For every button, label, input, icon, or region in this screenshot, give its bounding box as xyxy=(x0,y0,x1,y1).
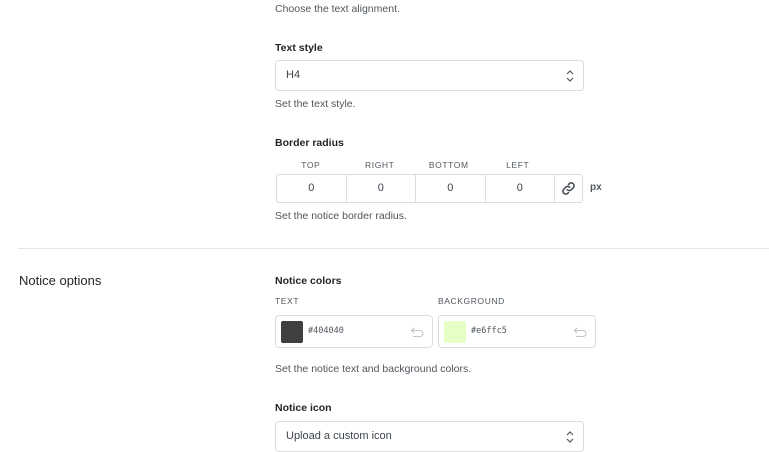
background-color-swatch[interactable] xyxy=(444,321,466,343)
text-style-help: Set the text style. xyxy=(275,98,356,110)
section-divider xyxy=(18,248,769,249)
radius-left-input[interactable]: 0 xyxy=(486,175,555,202)
background-color-picker[interactable]: #e6ffc5 xyxy=(438,315,596,348)
notice-colors-help: Set the notice text and background color… xyxy=(275,363,472,375)
border-radius-help: Set the notice border radius. xyxy=(275,210,407,222)
border-radius-control: 0 0 0 0 xyxy=(276,174,583,203)
background-color-label: BACKGROUND xyxy=(438,296,505,306)
text-color-label: TEXT xyxy=(275,296,300,306)
undo-icon[interactable] xyxy=(573,326,587,338)
text-color-value: #404040 xyxy=(308,326,344,336)
link-icon xyxy=(562,182,575,195)
radius-right-label: RIGHT xyxy=(365,160,395,170)
radius-unit[interactable]: px xyxy=(590,182,602,193)
radius-bottom-label: BOTTOM xyxy=(428,160,469,170)
chevron-up-down-icon xyxy=(566,70,574,82)
link-sides-button[interactable] xyxy=(555,175,582,202)
radius-bottom-input[interactable]: 0 xyxy=(416,175,486,202)
chevron-up-down-icon xyxy=(566,431,574,443)
radius-top-label: TOP xyxy=(301,160,321,170)
notice-colors-label: Notice colors xyxy=(275,275,342,287)
border-radius-label: Border radius xyxy=(275,137,344,149)
notice-icon-select[interactable]: Upload a custom icon xyxy=(275,421,584,452)
text-color-swatch[interactable] xyxy=(281,321,303,343)
radius-top-input[interactable]: 0 xyxy=(277,175,347,202)
text-style-value: H4 xyxy=(286,69,301,81)
undo-icon[interactable] xyxy=(410,326,424,338)
text-style-label: Text style xyxy=(275,42,323,54)
text-style-select[interactable]: H4 xyxy=(275,60,584,91)
notice-icon-label: Notice icon xyxy=(275,402,332,414)
text-color-picker[interactable]: #404040 xyxy=(275,315,433,348)
notice-options-title: Notice options xyxy=(19,273,102,288)
radius-right-input[interactable]: 0 xyxy=(347,175,416,202)
notice-icon-value: Upload a custom icon xyxy=(286,430,392,442)
background-color-value: #e6ffc5 xyxy=(471,326,507,336)
alignment-help: Choose the text alignment. xyxy=(275,3,400,15)
radius-left-label: LEFT xyxy=(506,160,530,170)
